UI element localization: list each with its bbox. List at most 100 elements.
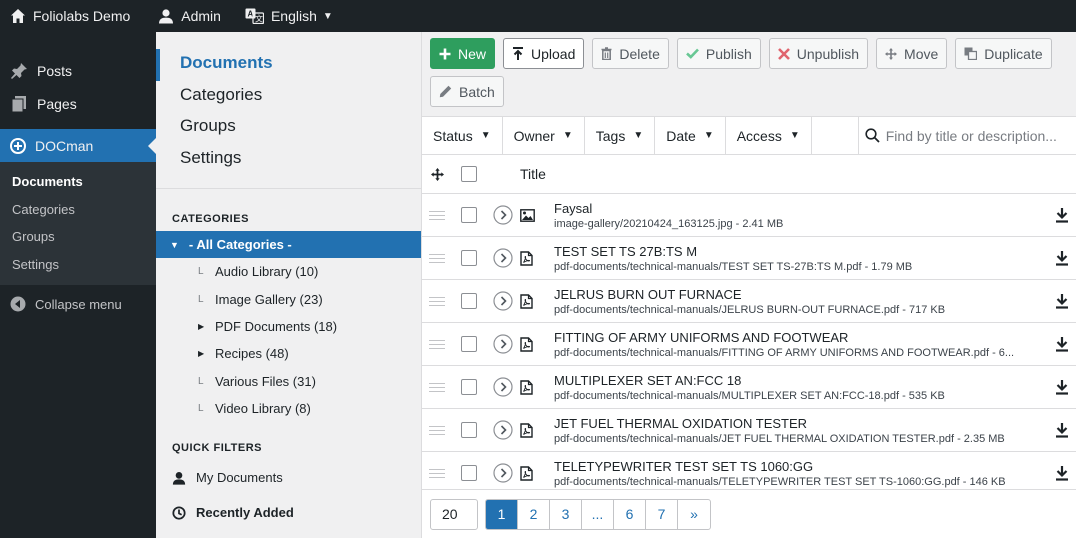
drag-handle-icon[interactable] [429, 425, 445, 435]
document-title[interactable]: MULTIPLEXER SET AN:FCC 18 [554, 373, 1048, 388]
nav-groups[interactable]: Groups [156, 112, 421, 144]
collapse-menu-button[interactable]: Collapse menu [0, 287, 156, 321]
document-title[interactable]: TEST SET TS 27B:TS M [554, 244, 1048, 259]
menu-item-pages[interactable]: Pages [0, 87, 156, 120]
submenu-categories[interactable]: Categories [0, 196, 156, 224]
document-path: pdf-documents/technical-manuals/MULTIPLE… [554, 389, 945, 402]
category-item[interactable]: ▶ Recipes (48) [156, 340, 421, 367]
chevron-circle-icon[interactable] [493, 420, 513, 440]
download-icon[interactable] [1055, 336, 1069, 352]
page-limit-select[interactable]: 20 [430, 498, 478, 530]
nav-documents[interactable]: Documents [156, 49, 421, 81]
document-title[interactable]: TELETYPEWRITER TEST SET TS 1060:GG [554, 459, 1048, 474]
site-link[interactable]: Foliolabs Demo [0, 0, 140, 32]
upload-button[interactable]: Upload [503, 38, 585, 69]
submenu-settings[interactable]: Settings [0, 251, 156, 279]
drag-handle-icon[interactable] [429, 296, 445, 306]
drag-handle-icon[interactable] [429, 253, 445, 263]
caret-down-icon: ▼ [703, 130, 714, 141]
document-title[interactable]: Faysal [554, 201, 1048, 216]
document-title[interactable]: JELRUS BURN OUT FURNACE [554, 287, 1048, 302]
filter-status[interactable]: Status ▼ [422, 117, 503, 154]
table-row[interactable]: FITTING OF ARMY UNIFORMS AND FOOTWEAR pdf… [422, 323, 1076, 366]
document-title[interactable]: JET FUEL THERMAL OXIDATION TESTER [554, 416, 1048, 431]
page-link[interactable]: 2 [518, 499, 550, 529]
filter-my-documents[interactable]: My Documents [156, 460, 421, 495]
expanded-triangle-icon[interactable]: ▼ [170, 240, 179, 250]
download-icon[interactable] [1055, 422, 1069, 438]
search-input[interactable] [885, 127, 1066, 144]
chevron-circle-icon[interactable] [493, 291, 513, 311]
category-item[interactable]: L Various Files (31) [156, 368, 421, 395]
language-switcher[interactable]: A文 English ▼ [235, 0, 343, 32]
submenu-groups[interactable]: Groups [0, 223, 156, 251]
table-row[interactable]: JELRUS BURN OUT FURNACE pdf-documents/tec… [422, 280, 1076, 323]
page-link[interactable]: 1 [486, 499, 518, 529]
title-column-header[interactable]: Title [520, 166, 1076, 182]
chevron-circle-icon[interactable] [493, 463, 513, 483]
drag-handle-icon[interactable] [429, 210, 445, 220]
docman-nav: Documents Categories Groups Settings [156, 32, 421, 188]
filter-date[interactable]: Date ▼ [655, 117, 726, 154]
search-box [859, 117, 1076, 154]
download-icon[interactable] [1055, 250, 1069, 266]
row-checkbox[interactable] [461, 250, 477, 266]
page-link[interactable]: 3 [550, 499, 582, 529]
chevron-circle-icon[interactable] [493, 248, 513, 268]
filter-recently-added[interactable]: Recently Added [156, 495, 421, 530]
nav-settings[interactable]: Settings [156, 144, 421, 176]
nav-categories[interactable]: Categories [156, 81, 421, 113]
category-item[interactable]: ▶ PDF Documents (18) [156, 313, 421, 340]
document-title[interactable]: FITTING OF ARMY UNIFORMS AND FOOTWEAR [554, 330, 1048, 345]
download-icon[interactable] [1055, 207, 1069, 223]
page-link[interactable]: 7 [646, 499, 678, 529]
filter-tags[interactable]: Tags ▼ [585, 117, 656, 154]
row-checkbox[interactable] [461, 422, 477, 438]
filter-owner[interactable]: Owner ▼ [503, 117, 585, 154]
category-item[interactable]: L Audio Library (10) [156, 258, 421, 285]
new-button[interactable]: New [430, 38, 496, 69]
clock-icon [172, 506, 186, 520]
category-item[interactable]: L Video Library (8) [156, 395, 421, 422]
download-icon[interactable] [1055, 293, 1069, 309]
download-icon[interactable] [1055, 465, 1069, 481]
row-checkbox[interactable] [461, 465, 477, 481]
delete-button[interactable]: Delete [592, 38, 669, 69]
category-all[interactable]: ▼ - All Categories - [156, 231, 421, 258]
table-row[interactable]: JET FUEL THERMAL OXIDATION TESTER pdf-doc… [422, 409, 1076, 452]
row-checkbox[interactable] [461, 379, 477, 395]
expand-triangle-icon[interactable]: ▶ [198, 349, 215, 358]
menu-item-posts[interactable]: Posts [0, 54, 156, 87]
table-row[interactable]: Faysal image-gallery/20210424_163125.jpg … [422, 194, 1076, 237]
drag-handle-icon[interactable] [429, 382, 445, 392]
row-checkbox[interactable] [461, 336, 477, 352]
row-checkbox[interactable] [461, 293, 477, 309]
page-link[interactable]: ... [582, 499, 614, 529]
expand-triangle-icon[interactable]: ▶ [198, 322, 215, 331]
chevron-circle-icon[interactable] [493, 334, 513, 354]
filter-bar: Status ▼ Owner ▼ Tags ▼ Date ▼ Access ▼ [422, 117, 1076, 155]
chevron-circle-icon[interactable] [493, 205, 513, 225]
select-all-checkbox[interactable] [461, 166, 477, 182]
filter-access[interactable]: Access ▼ [726, 117, 812, 154]
duplicate-button[interactable]: Duplicate [955, 38, 1052, 69]
next-page-link[interactable]: » [678, 500, 710, 529]
batch-button[interactable]: Batch [430, 76, 504, 107]
move-button[interactable]: Move [876, 38, 948, 69]
menu-item-docman[interactable]: DOCman [0, 129, 156, 162]
download-icon[interactable] [1055, 379, 1069, 395]
drag-handle-icon[interactable] [429, 468, 445, 478]
category-item[interactable]: L Image Gallery (23) [156, 285, 421, 312]
page-links: 1 2 3... 6 7» [485, 498, 711, 530]
chevron-circle-icon[interactable] [493, 377, 513, 397]
table-row[interactable]: MULTIPLEXER SET AN:FCC 18 pdf-documents/t… [422, 366, 1076, 409]
table-row[interactable]: TEST SET TS 27B:TS Mpdf-documents/techni… [422, 237, 1076, 280]
unpublish-button[interactable]: Unpublish [768, 38, 869, 69]
user-menu[interactable]: Admin [148, 0, 231, 32]
image-file-icon [520, 208, 535, 222]
row-checkbox[interactable] [461, 207, 477, 223]
page-link[interactable]: 6 [614, 499, 646, 529]
publish-button[interactable]: Publish [676, 38, 761, 69]
drag-handle-icon[interactable] [429, 339, 445, 349]
submenu-documents[interactable]: Documents [0, 168, 156, 196]
